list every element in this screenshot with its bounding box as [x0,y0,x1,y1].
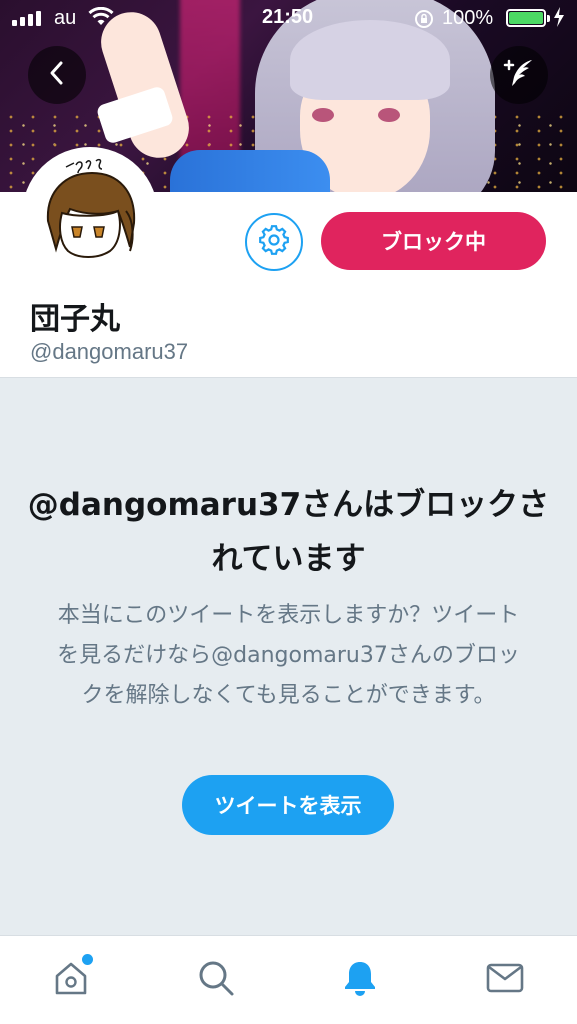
wifi-icon [88,6,114,33]
charging-bolt-icon [553,7,565,33]
banner-character-costume [170,150,330,192]
profile-settings-button[interactable] [245,213,303,271]
bell-icon [340,958,380,1002]
back-button[interactable] [28,46,86,104]
battery-icon [506,9,550,27]
battery-percent: 100% [442,7,494,29]
home-notification-dot [82,954,93,965]
profile-handle: @dangomaru37 [30,339,189,364]
tab-messages[interactable] [483,958,527,1002]
blocked-notice-description: 本当にこのツイートを表示しますか？ツイートを見るだけなら@dangomaru37… [57,603,520,708]
clock-time: 21:50 [262,6,314,28]
chevron-left-icon [46,59,68,91]
blocked-notice-panel: @dangomaru37さんはブロックされています 本当にこのツイートを表示しま… [0,377,577,935]
profile-avatar[interactable] [22,147,158,283]
rotation-lock-icon [413,8,435,36]
battery-fill [509,12,543,24]
show-tweets-button[interactable]: ツイートを表示 [182,775,394,835]
blocked-notice-title: @dangomaru37さんはブロックされています [27,487,550,577]
banner-character-eye-left [312,108,334,122]
profile-display-name: 団子丸 [30,302,120,337]
banner-character-eye-right [378,108,400,122]
bottom-tab-bar [0,935,577,1024]
tab-search[interactable] [194,958,238,1002]
compose-tweet-icon [501,55,537,95]
blocking-button[interactable]: ブロック中 [321,212,546,270]
cellular-signal-icon [12,11,41,26]
carrier-label: au [54,7,77,29]
avatar-drawing [26,151,154,279]
status-bar: au 21:50 100% [0,0,577,36]
search-icon [196,958,236,1002]
envelope-icon [485,958,525,1002]
compose-tweet-button[interactable] [490,46,548,104]
tab-notifications[interactable] [338,958,382,1002]
gear-icon [259,225,289,259]
